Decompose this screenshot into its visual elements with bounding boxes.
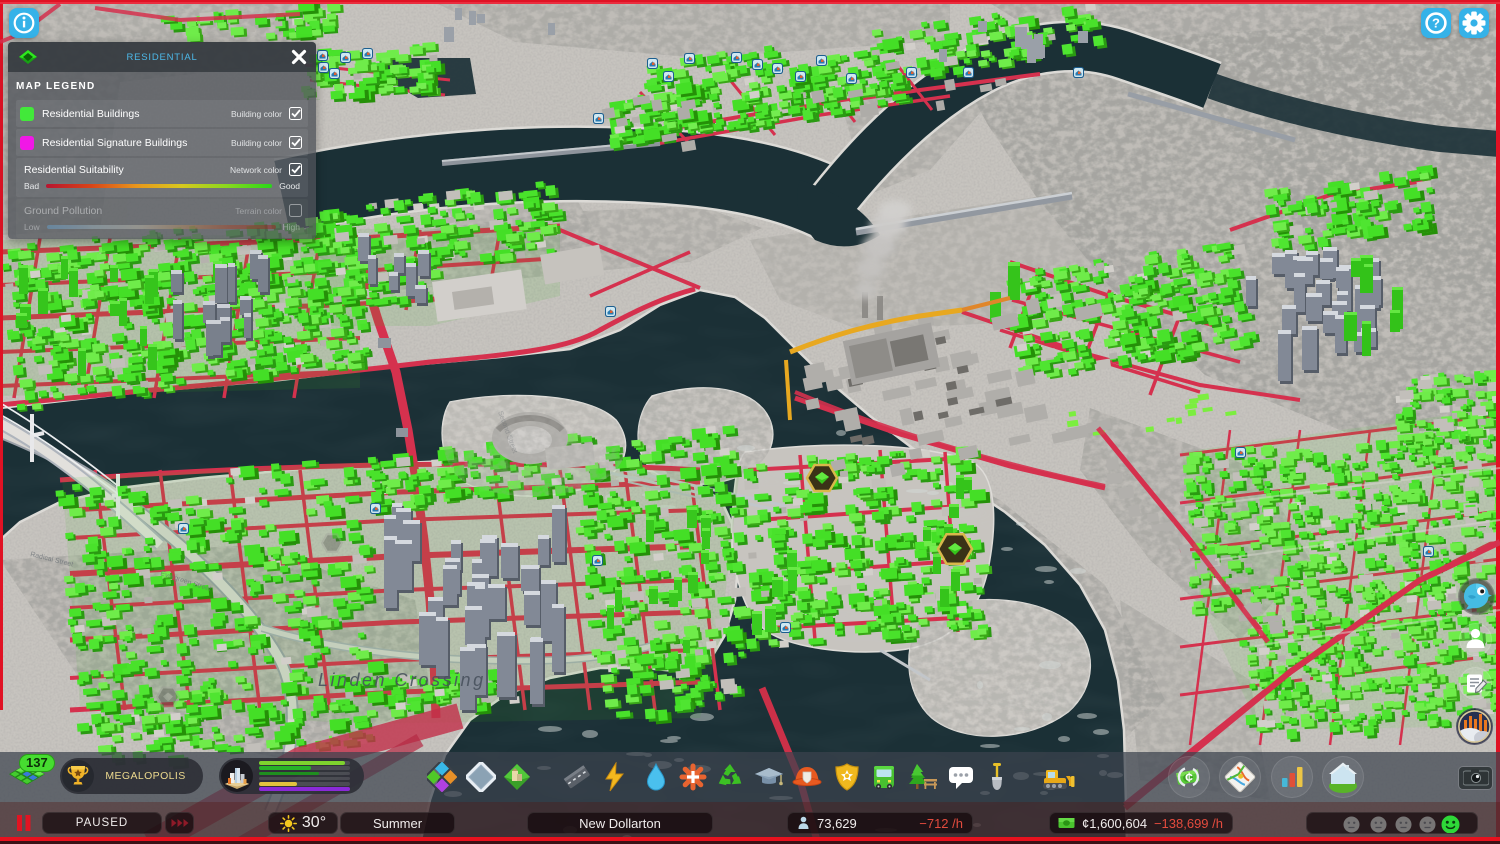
svg-text:¢: ¢ xyxy=(1185,769,1193,785)
svg-text:Linden Crossing: Linden Crossing xyxy=(318,670,486,690)
svg-text:?: ? xyxy=(1432,16,1440,31)
